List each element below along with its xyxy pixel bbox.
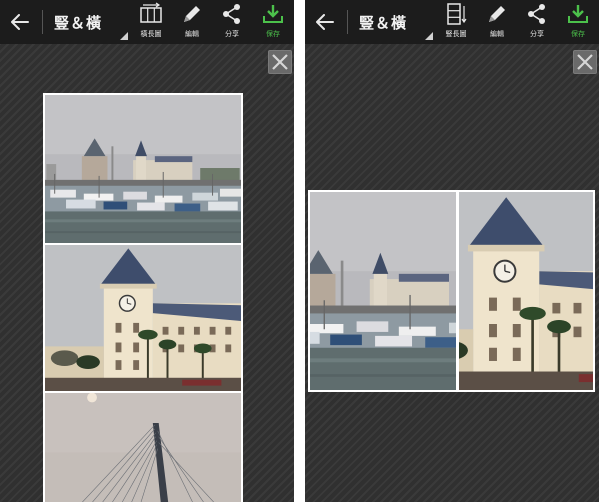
back-button[interactable] bbox=[6, 9, 34, 35]
edit-button[interactable]: 編輯 bbox=[479, 2, 515, 42]
harbor-photo[interactable] bbox=[45, 95, 241, 243]
toolbar-divider bbox=[347, 10, 348, 34]
harbor-image bbox=[310, 192, 456, 390]
close-icon bbox=[577, 54, 593, 70]
arrow-left-icon bbox=[11, 14, 29, 30]
save-label: 保存 bbox=[266, 30, 280, 38]
download-icon bbox=[263, 5, 283, 23]
bridge-photo[interactable] bbox=[45, 393, 241, 502]
vertical-collage bbox=[43, 93, 243, 502]
dropdown-corner-icon bbox=[425, 32, 433, 40]
edit-label: 編輯 bbox=[185, 30, 199, 38]
horizontal-long-image-icon bbox=[140, 2, 162, 23]
top-toolbar: 豎＆橫 豎長圖 編輯 分享 保存 bbox=[305, 0, 599, 44]
clock-tower-photo[interactable] bbox=[459, 192, 593, 390]
edit-label: 編輯 bbox=[490, 30, 504, 38]
vertical-collage-screen: 豎＆橫 橫長圖 編輯 分享 保存 bbox=[0, 0, 294, 502]
close-button[interactable] bbox=[573, 50, 597, 74]
clock-tower-image bbox=[45, 245, 241, 391]
download-icon bbox=[568, 5, 588, 23]
share-label: 分享 bbox=[530, 30, 544, 38]
close-icon bbox=[272, 54, 288, 70]
collage-mode-label: 豎＆橫 bbox=[54, 14, 103, 32]
bridge-image bbox=[45, 393, 241, 502]
long-vertical-label: 豎長圖 bbox=[445, 30, 467, 38]
share-icon bbox=[528, 4, 545, 24]
horizontal-collage-screen: 豎＆橫 豎長圖 編輯 分享 保存 bbox=[305, 0, 599, 502]
harbor-photo[interactable] bbox=[310, 192, 456, 390]
vertical-long-image-icon bbox=[447, 3, 467, 25]
pencil-icon bbox=[489, 6, 505, 22]
clock-tower-image bbox=[459, 192, 593, 390]
back-button[interactable] bbox=[311, 9, 339, 35]
clock-tower-photo[interactable] bbox=[45, 245, 241, 391]
long-horizontal-label: 橫長圖 bbox=[140, 30, 162, 38]
arrow-left-icon bbox=[316, 14, 334, 30]
pencil-icon bbox=[184, 6, 200, 22]
long-vertical-button[interactable]: 豎長圖 bbox=[438, 2, 474, 42]
top-toolbar: 豎＆橫 橫長圖 編輯 分享 保存 bbox=[0, 0, 294, 44]
dropdown-corner-icon bbox=[120, 32, 128, 40]
share-button[interactable]: 分享 bbox=[214, 2, 250, 42]
share-button[interactable]: 分享 bbox=[519, 2, 555, 42]
save-button[interactable]: 保存 bbox=[560, 2, 596, 42]
close-button[interactable] bbox=[268, 50, 292, 74]
edit-button[interactable]: 編輯 bbox=[174, 2, 210, 42]
toolbar-divider bbox=[42, 10, 43, 34]
share-label: 分享 bbox=[225, 30, 239, 38]
harbor-image bbox=[45, 95, 241, 243]
save-label: 保存 bbox=[571, 30, 585, 38]
collage-mode-dropdown[interactable]: 豎＆橫 bbox=[353, 0, 435, 44]
horizontal-collage bbox=[308, 190, 595, 392]
save-button[interactable]: 保存 bbox=[255, 2, 291, 42]
share-icon bbox=[223, 4, 240, 24]
collage-mode-label: 豎＆橫 bbox=[359, 14, 408, 32]
collage-mode-dropdown[interactable]: 豎＆橫 bbox=[48, 0, 130, 44]
long-horizontal-button[interactable]: 橫長圖 bbox=[133, 2, 169, 42]
